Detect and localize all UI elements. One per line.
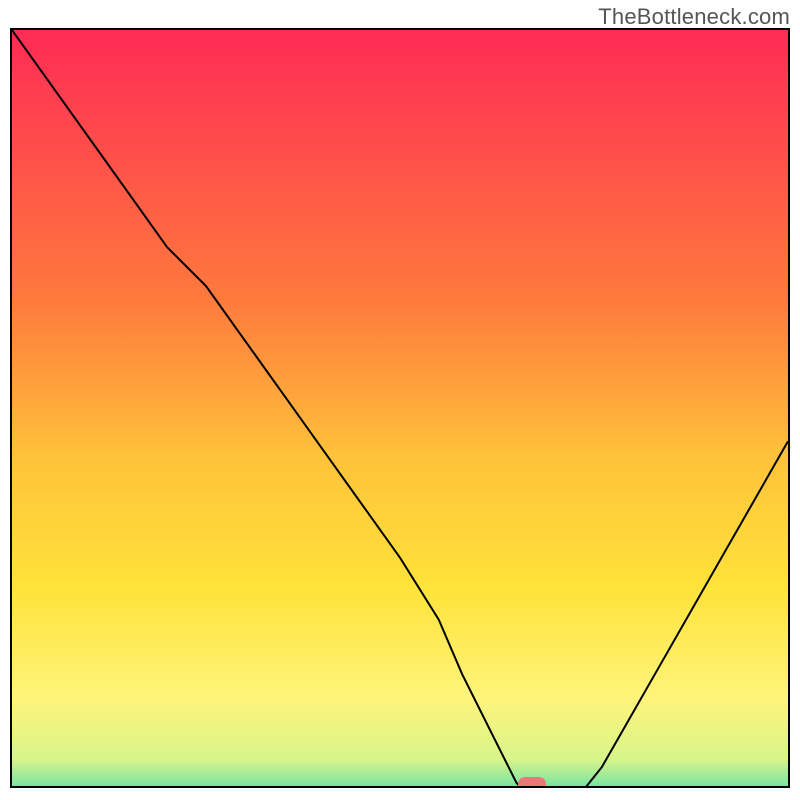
plot-area [10,28,790,788]
watermark-label: TheBottleneck.com [598,4,790,30]
optimal-marker [518,777,546,788]
bottleneck-curve [12,30,788,788]
chart-container: TheBottleneck.com [0,0,800,800]
